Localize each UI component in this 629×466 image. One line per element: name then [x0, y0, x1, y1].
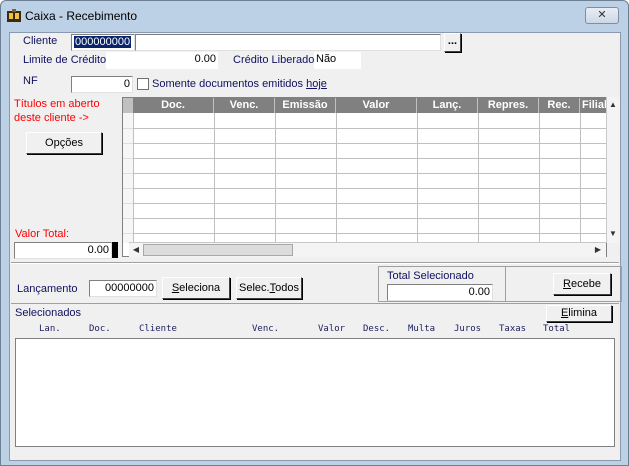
form-client-area: Cliente 000000000 ... Limite de Crédito … [9, 32, 622, 461]
limite-credito-field: 0.00 [106, 52, 218, 69]
selec-todos-label: Selec.Todos [239, 282, 299, 294]
lancamento-value: 00000000 [105, 282, 154, 294]
credito-liberado-value: Não [316, 53, 337, 65]
titulos-label-line2: deste cliente -> [14, 112, 89, 124]
selecionados-divider [11, 303, 619, 305]
valor-total-value: 0.00 [87, 244, 109, 256]
cliente-code-value: 000000000 [74, 36, 132, 48]
window-title: Caixa - Recebimento [25, 9, 138, 23]
scroll-left-icon[interactable]: ◀ [130, 243, 142, 256]
total-selecionado-label: Total Selecionado [387, 270, 474, 282]
scroll-up-icon[interactable]: ▲ [607, 98, 619, 111]
titulos-grid[interactable]: Doc. Venc. Emissão Valor Lanç. Repres. R… [122, 97, 607, 257]
credito-liberado-field: Não [314, 52, 361, 69]
limite-credito-value: 0.00 [194, 53, 216, 65]
cliente-name-input[interactable] [135, 34, 441, 51]
col-lanc[interactable]: Lanç. [417, 98, 478, 113]
titulos-label-line1: Títulos em aberto [14, 98, 100, 110]
sel-col-taxas: Taxas [499, 324, 527, 334]
col-valor[interactable]: Valor [336, 98, 417, 113]
somente-hoje-label[interactable]: Somente documentos emitidos hoje [152, 78, 327, 90]
lancamento-label: Lançamento [17, 283, 78, 295]
titulos-vertical-scrollbar[interactable]: ▲ ▼ [606, 97, 620, 243]
elimina-button[interactable]: Elimina [546, 305, 612, 322]
title-bar[interactable]: Caixa - Recebimento ✕ [1, 1, 628, 31]
titulos-horizontal-scrollbar[interactable]: ◀ ▶ [129, 242, 606, 257]
sel-col-total: Total [543, 324, 571, 334]
cliente-label: Cliente [23, 35, 58, 47]
cliente-code-input[interactable]: 000000000 [71, 34, 135, 51]
selecionados-label: Selecionados [15, 307, 82, 319]
app-icon [7, 9, 21, 22]
opcoes-label: Opções [45, 137, 83, 149]
selecionados-list[interactable] [15, 338, 615, 447]
selecionados-header: Lan. Doc. Cliente Venc. Valor Desc. Mult… [15, 323, 615, 337]
col-venc[interactable]: Venc. [214, 98, 275, 113]
row-indicator-header [123, 98, 133, 113]
sel-col-juros: Juros [454, 324, 482, 334]
nf-label: NF [23, 75, 38, 87]
sel-col-doc: Doc. [89, 324, 111, 334]
recebe-label: Recebe [563, 278, 601, 290]
limite-credito-label: Limite de Crédito [23, 54, 107, 66]
nf-value: 0 [123, 78, 130, 90]
cliente-browse-button[interactable]: ... [444, 33, 461, 52]
col-emissao[interactable]: Emissão [275, 98, 336, 113]
caixa-recebimento-window: Caixa - Recebimento ✕ Cliente 000000000 … [0, 0, 629, 466]
col-filial[interactable]: Filial [580, 98, 606, 113]
seleciona-label: Seleciona [171, 282, 221, 294]
recebe-button[interactable]: Recebe [553, 273, 611, 295]
ellipsis-icon: ... [447, 35, 458, 47]
titulos-grid-header: Doc. Venc. Emissão Valor Lanç. Repres. R… [123, 98, 606, 113]
nf-input[interactable]: 0 [71, 76, 133, 93]
somente-hoje-hotkey: hoje [306, 78, 327, 90]
grid-indicator-bar [112, 242, 118, 258]
total-selecionado-field: 0.00 [387, 284, 493, 301]
lancamento-input[interactable]: 00000000 [89, 280, 157, 297]
opcoes-button[interactable]: Opções [26, 132, 102, 154]
horizontal-scroll-thumb[interactable] [143, 244, 293, 256]
sel-col-desc: Desc. [363, 324, 391, 334]
close-icon: ✕ [597, 9, 607, 21]
credito-liberado-label: Crédito Liberado [233, 54, 315, 66]
sel-col-cliente: Cliente [139, 324, 177, 334]
scroll-right-icon[interactable]: ▶ [592, 243, 604, 256]
sel-col-venc: Venc. [252, 324, 280, 334]
valor-total-label: Valor Total: [15, 228, 70, 240]
elimina-label: Elimina [560, 307, 598, 319]
somente-hoje-checkbox[interactable] [137, 78, 149, 90]
valor-total-field: 0.00 [14, 242, 112, 259]
col-doc[interactable]: Doc. [133, 98, 214, 113]
section-separator [11, 262, 619, 264]
total-selecionado-value: 0.00 [468, 286, 490, 298]
close-button[interactable]: ✕ [585, 7, 619, 24]
sel-col-valor: Valor [318, 324, 346, 334]
seleciona-button[interactable]: Seleciona [162, 277, 230, 299]
selec-todos-button[interactable]: Selec.Todos [236, 277, 302, 299]
titulos-grid-lines [123, 113, 606, 243]
sel-col-lan: Lan. [39, 324, 61, 334]
col-rec[interactable]: Rec. [539, 98, 580, 113]
scroll-down-icon[interactable]: ▼ [607, 227, 619, 240]
sel-col-multa: Multa [408, 324, 436, 334]
col-repres[interactable]: Repres. [478, 98, 539, 113]
